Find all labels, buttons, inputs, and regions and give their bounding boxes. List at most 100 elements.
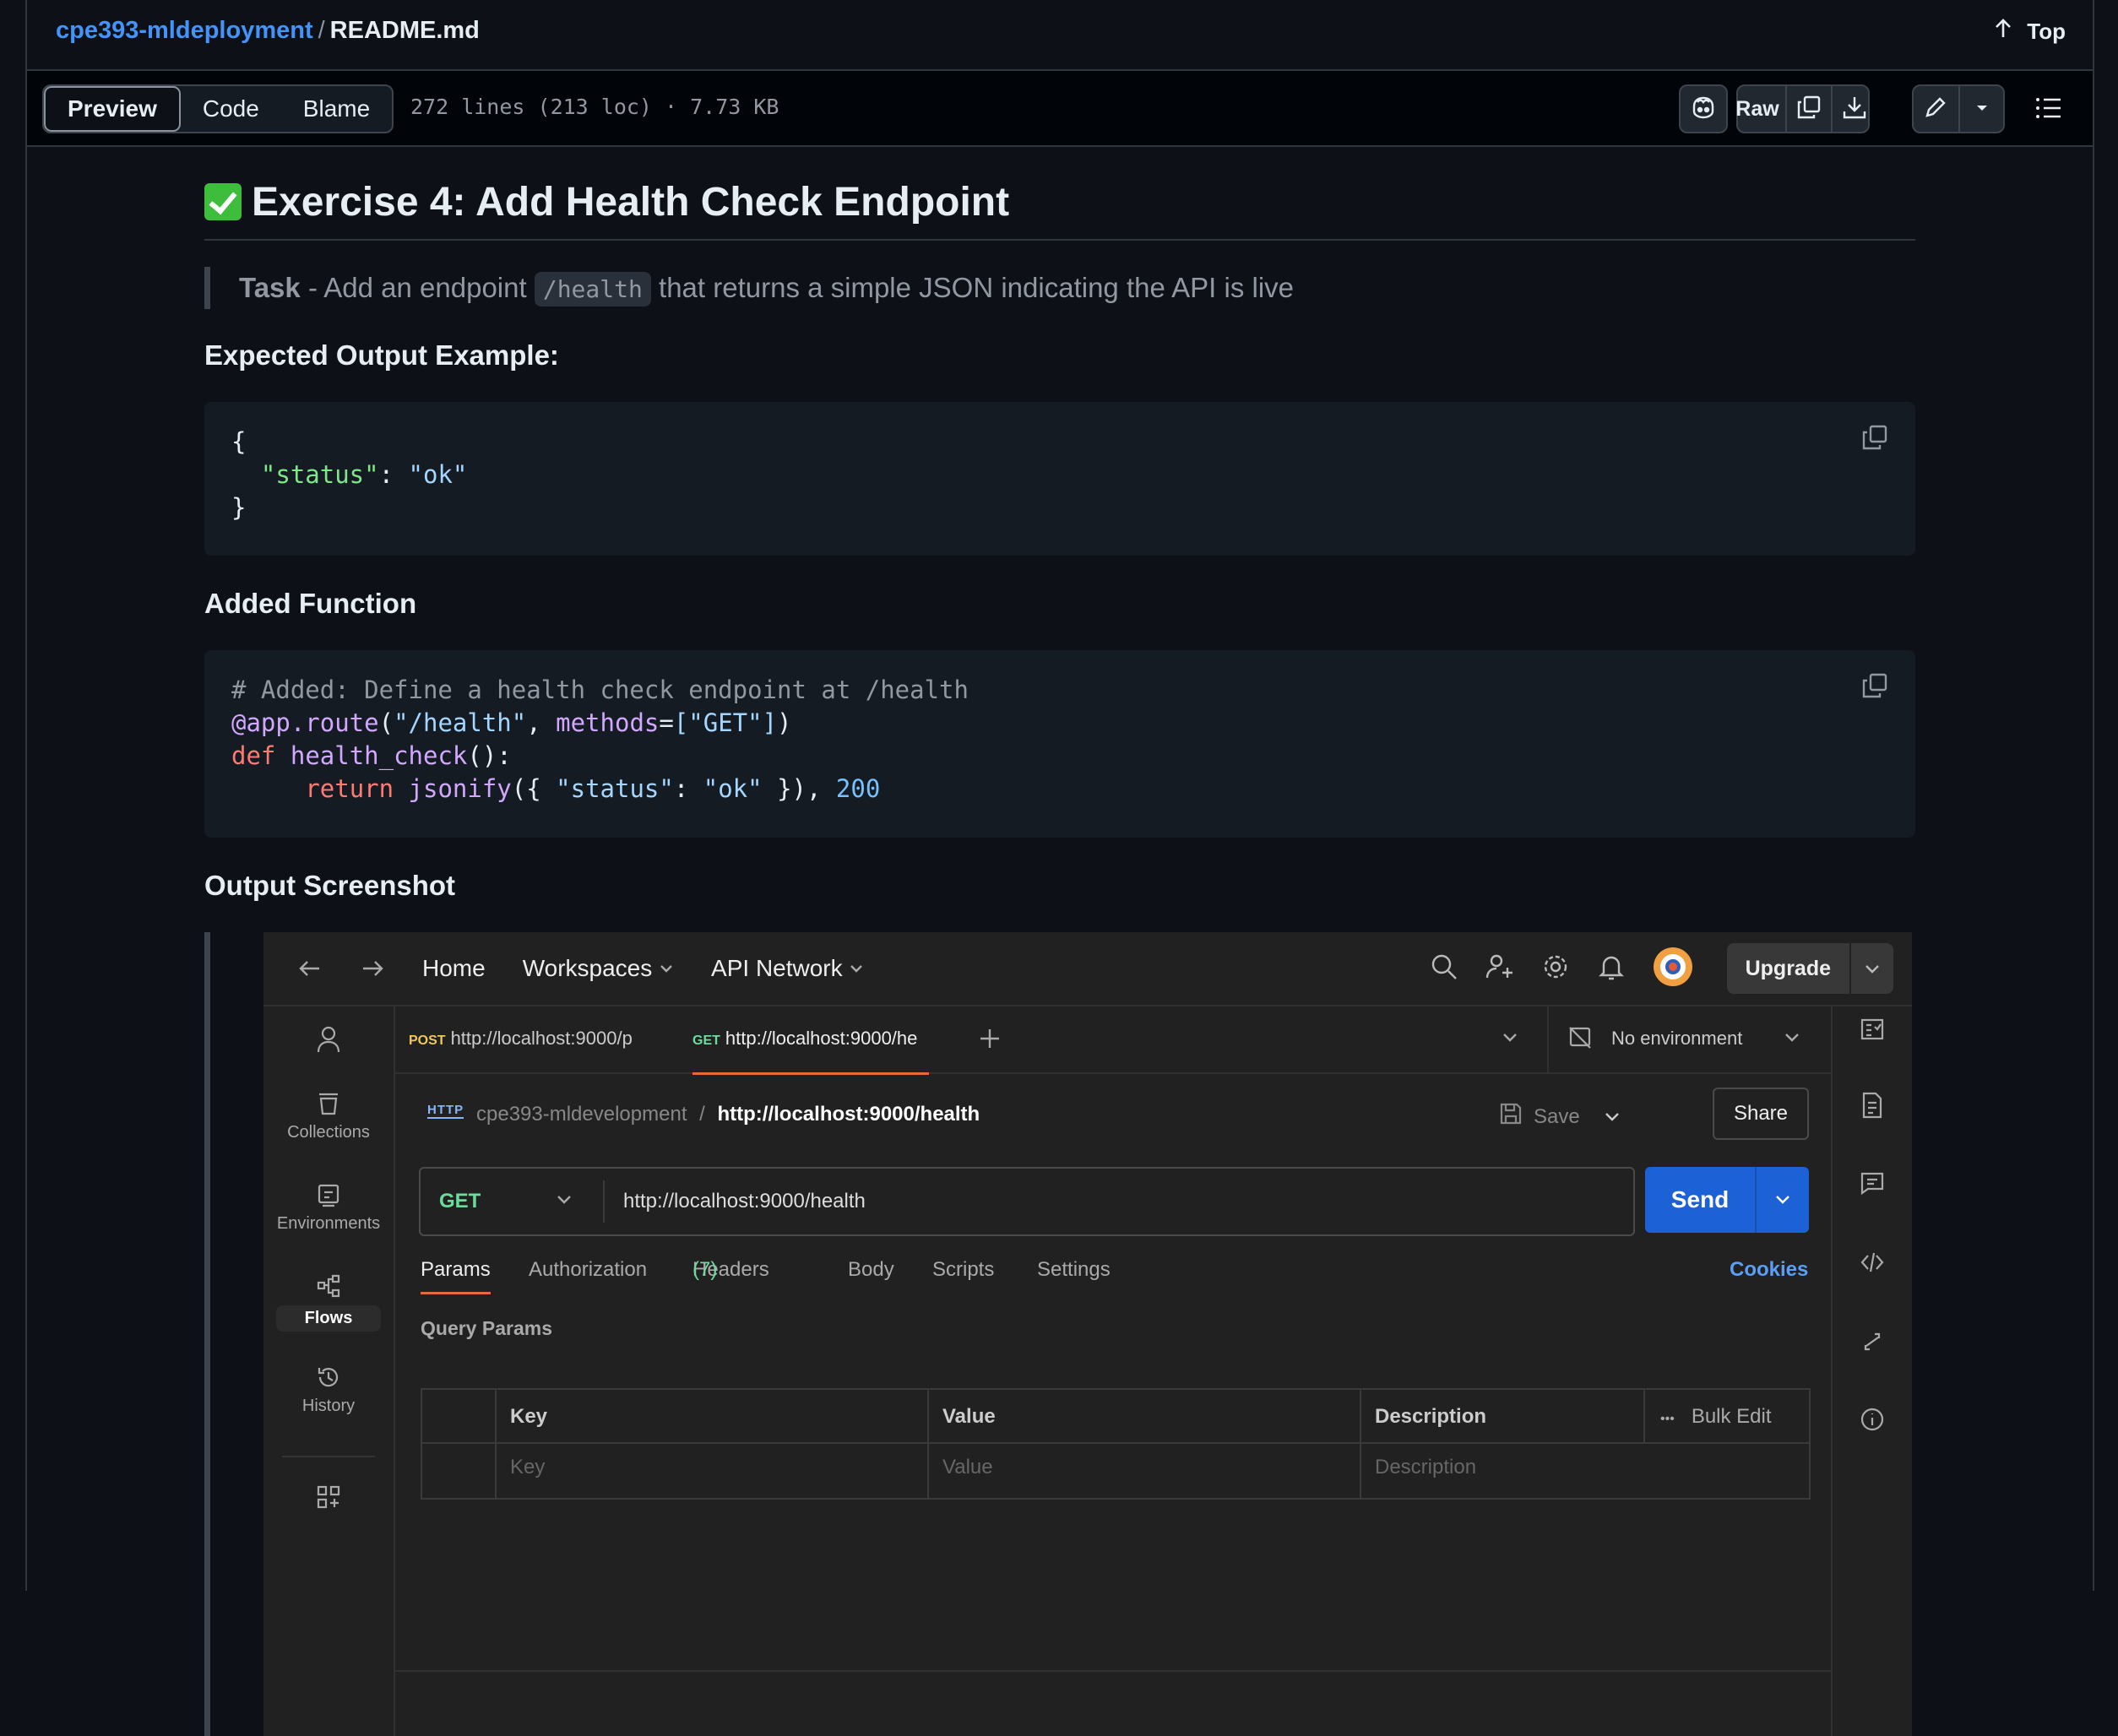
task-text-pre: - Add an endpoint: [300, 272, 535, 303]
inline-code-health: /health: [534, 272, 651, 307]
column-key: Key: [510, 1405, 548, 1428]
nav-workspaces: Workspaces: [523, 955, 674, 982]
copilot-button[interactable]: [1679, 84, 1728, 133]
copy-icon: [1796, 95, 1822, 124]
breadcrumb: cpe393-mldeployment / README.md: [56, 17, 480, 45]
edit-button[interactable]: [1913, 86, 1960, 132]
method-selector: GET: [439, 1190, 481, 1212]
more-icon: •••: [1660, 1412, 1675, 1426]
outline-button[interactable]: [2035, 96, 2062, 124]
tab-blame[interactable]: Blame: [281, 86, 392, 132]
document-icon: [1862, 1092, 1882, 1119]
json-code-block: { "status": "ok" }: [204, 402, 1915, 556]
chevron-down-icon: [1755, 1167, 1809, 1233]
nav-api-network: API Network: [711, 955, 864, 982]
edit-group: [1912, 84, 2005, 133]
postman-header: Home Workspaces API Network Upgrade: [263, 932, 1912, 1006]
exercise-heading: Exercise 4: Add Health Check Endpoint: [204, 179, 1915, 241]
comment-icon: [1860, 1172, 1884, 1196]
sidebar-item-flows: Flows: [263, 1273, 394, 1332]
top-label: Top: [2027, 19, 2066, 44]
avatar: [1653, 947, 1693, 991]
copilot-icon: [1690, 95, 1717, 124]
list-icon: [2035, 98, 2062, 123]
chevron-down-icon: [1849, 943, 1893, 994]
check-mark-icon: [204, 183, 242, 220]
added-function-heading: Added Function: [204, 588, 417, 619]
related-icon: [1864, 1332, 1881, 1351]
python-code-block: # Added: Define a health check endpoint …: [204, 650, 1915, 838]
postman-right-bar: [1831, 1006, 1912, 1736]
tab-preview[interactable]: Preview: [44, 86, 181, 132]
sidebar-item-history: History: [263, 1364, 394, 1416]
save-icon: [1498, 1101, 1534, 1132]
task-label: Task: [239, 272, 301, 303]
url-text: http://localhost:9000/health: [623, 1190, 866, 1212]
copy-code-button[interactable]: [1861, 424, 1888, 455]
plus-icon: [978, 1027, 1002, 1055]
tab-authorization: Authorization: [529, 1258, 648, 1281]
tab-settings: Settings: [1037, 1258, 1111, 1281]
sidebar-item-collections: Collections: [263, 1091, 394, 1142]
save-button: Save: [1498, 1101, 1621, 1132]
copy-icon: [1861, 425, 1888, 454]
description-input: Description: [1375, 1456, 1477, 1478]
raw-button[interactable]: Raw: [1730, 86, 1787, 132]
download-button[interactable]: [1833, 86, 1876, 132]
output-screenshot-heading: Output Screenshot: [204, 870, 456, 901]
bulk-edit-button: ••• Bulk Edit: [1660, 1405, 1772, 1428]
back-arrow-icon: [297, 958, 323, 979]
file-header: cpe393-mldeployment / README.md Top: [27, 0, 2093, 71]
copy-icon: [1861, 673, 1888, 703]
nav-home: Home: [422, 955, 486, 981]
upgrade-button: Upgrade: [1726, 943, 1893, 994]
task-text-post: that returns a simple JSON indicating th…: [650, 272, 1295, 303]
gear-icon: [1541, 952, 1570, 985]
caret-down-icon: [1975, 101, 1989, 117]
forward-arrow-icon: [360, 958, 385, 979]
file-toolbar: Preview Code Blame 272 lines (213 loc) ·…: [27, 71, 2093, 147]
tab-get-request: GET http://localhost:9000/he: [692, 1006, 930, 1075]
user-icon: [263, 1025, 394, 1061]
file-name: README.md: [329, 17, 480, 44]
task-blockquote: Task - Add an endpoint /health that retu…: [204, 267, 1294, 309]
request-panel: HTTP cpe393-mldevelopment / http://local…: [395, 1074, 1831, 1736]
tab-body: Body: [848, 1258, 894, 1281]
chevron-down-icon: [1502, 1032, 1518, 1048]
no-environment-icon: [1567, 1025, 1593, 1055]
send-button: Send: [1645, 1167, 1809, 1233]
postman-sidebar: Collections Environments Flows History: [263, 1006, 395, 1736]
exercise-title: Exercise 4: Add Health Check Endpoint: [252, 180, 1010, 225]
raw-copy-download-group: Raw: [1735, 84, 1870, 133]
tab-post-request: POST http://localhost:9000/p: [409, 1028, 633, 1049]
view-mode-toggle: Preview Code Blame: [42, 84, 394, 133]
expected-output-heading: Expected Output Example:: [204, 339, 559, 371]
info-icon: [1860, 1408, 1884, 1431]
code-icon: [1860, 1252, 1884, 1272]
bell-icon: [1597, 952, 1626, 985]
env-quick-look-icon: [1860, 1018, 1884, 1040]
cookies-link: Cookies: [1730, 1258, 1809, 1281]
invite-user-icon: [1485, 952, 1514, 985]
chevron-down-icon: [556, 1194, 573, 1210]
request-breadcrumb: cpe393-mldevelopment / http://localhost:…: [476, 1103, 980, 1126]
top-link[interactable]: Top: [1994, 19, 2066, 45]
copy-raw-button[interactable]: [1787, 86, 1833, 132]
file-view: cpe393-mldeployment / README.md Top Previe…: [25, 0, 2094, 1736]
tab-code[interactable]: Code: [181, 86, 281, 132]
breadcrumb-separator: /: [318, 17, 325, 44]
copy-code-button[interactable]: [1861, 672, 1888, 703]
arrow-up-icon: [1994, 19, 2018, 44]
postman-screenshot: Home Workspaces API Network Upgrade Coll…: [263, 932, 1912, 1736]
value-input: Value: [942, 1456, 993, 1478]
chevron-down-icon: [1784, 1032, 1800, 1048]
add-apps-icon: [263, 1484, 394, 1516]
edit-dropdown-button[interactable]: [1960, 86, 2004, 132]
pencil-icon: [1924, 95, 1947, 123]
chevron-down-icon: [1604, 1105, 1621, 1129]
file-info: 272 lines (213 loc) · 7.73 KB: [410, 95, 779, 119]
column-description: Description: [1375, 1405, 1487, 1428]
repo-link[interactable]: cpe393-mldeployment: [56, 17, 313, 44]
search-icon: [1430, 952, 1458, 985]
key-input: Key: [510, 1456, 546, 1478]
